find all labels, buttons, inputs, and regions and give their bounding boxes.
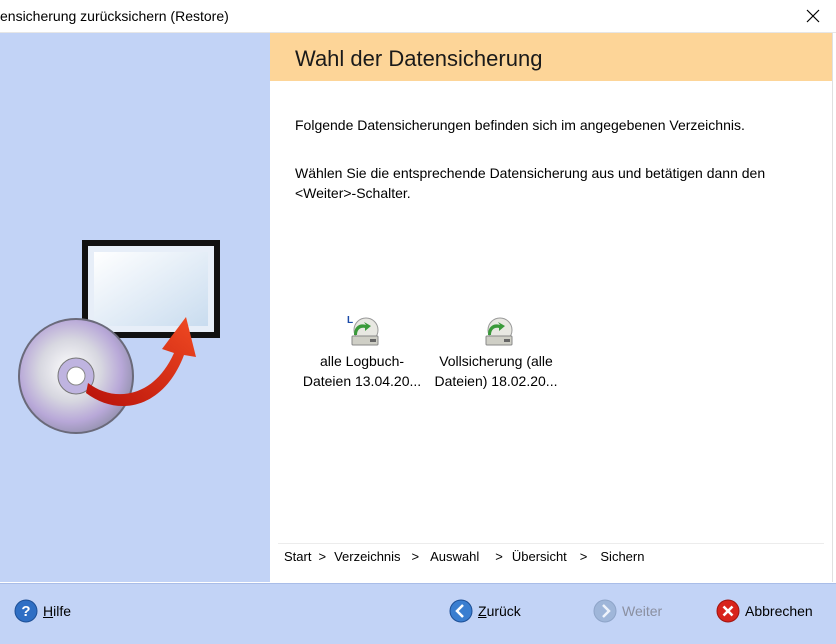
backup-item-label: Vollsicherung (alle Dateien) 18.02.20...: [434, 353, 558, 389]
backup-item-label: alle Logbuch-Dateien 13.04.20...: [302, 353, 422, 389]
cancel-label: Abbrechen: [745, 603, 813, 619]
restore-cd-monitor-illustration: [18, 240, 220, 434]
close-icon: [806, 9, 820, 23]
breadcrumb: Start > Verzeichnis > Auswahl > Übersicht > Sich…: [284, 549, 644, 564]
breadcrumb-step: Verzeichnis: [334, 549, 401, 564]
breadcrumb-step: Auswahl: [430, 549, 480, 564]
info-text-2: Wählen Sie die entsprechende Datensicher…: [295, 165, 766, 201]
breadcrumb-divider: [278, 543, 824, 544]
help-label: Hilfe: [43, 603, 72, 619]
back-label: Zurück: [478, 603, 521, 619]
breadcrumb-step: Sichern: [600, 549, 645, 564]
title-bar: ensicherung zurücksichern (Restore): [0, 0, 836, 33]
cancel-button[interactable]: Abbrechen: [716, 598, 813, 624]
page-title: Wahl der Datensicherung: [295, 46, 543, 71]
info-text-1: Folgende Datensicherungen befinden sich …: [295, 117, 745, 133]
arrow-right-icon: [593, 599, 617, 623]
svg-text:L: L: [347, 315, 353, 326]
next-button[interactable]: Weiter: [593, 598, 662, 624]
back-button[interactable]: Zurück: [449, 598, 521, 624]
arrow-left-icon: [449, 599, 473, 623]
breadcrumb-separator: >: [495, 549, 503, 564]
logbook-backup-icon: L: [347, 315, 379, 346]
cancel-icon: [716, 599, 740, 623]
backup-item-logbook[interactable]: L alle Logbuch-Dateien 13.04.20...: [298, 313, 426, 391]
header-band: Wahl der Datensicherung: [270, 33, 833, 81]
help-icon: ?: [14, 599, 38, 623]
window-title: ensicherung zurücksichern (Restore): [0, 8, 229, 24]
breadcrumb-separator: >: [411, 549, 420, 564]
next-label: Weiter: [622, 603, 663, 619]
breadcrumb-step: Übersicht: [511, 549, 567, 564]
close-button[interactable]: [790, 0, 836, 32]
button-bar: ? Hilfe Zurück Weiter Abbrechen: [0, 583, 836, 644]
full-backup-icon: [485, 317, 513, 346]
breadcrumb-separator: >: [318, 549, 327, 564]
svg-text:?: ?: [21, 603, 30, 620]
help-button[interactable]: ? Hilfe: [14, 598, 71, 624]
panel-edge: [832, 33, 836, 582]
sidebar: [0, 33, 270, 582]
content-panel: Wahl der Datensicherung Folgende Datensi…: [270, 33, 836, 582]
breadcrumb-step: Start: [284, 549, 312, 564]
breadcrumb-separator: >: [579, 549, 588, 564]
backup-item-full[interactable]: Vollsicherung (alle Dateien) 18.02.20...: [432, 313, 560, 391]
